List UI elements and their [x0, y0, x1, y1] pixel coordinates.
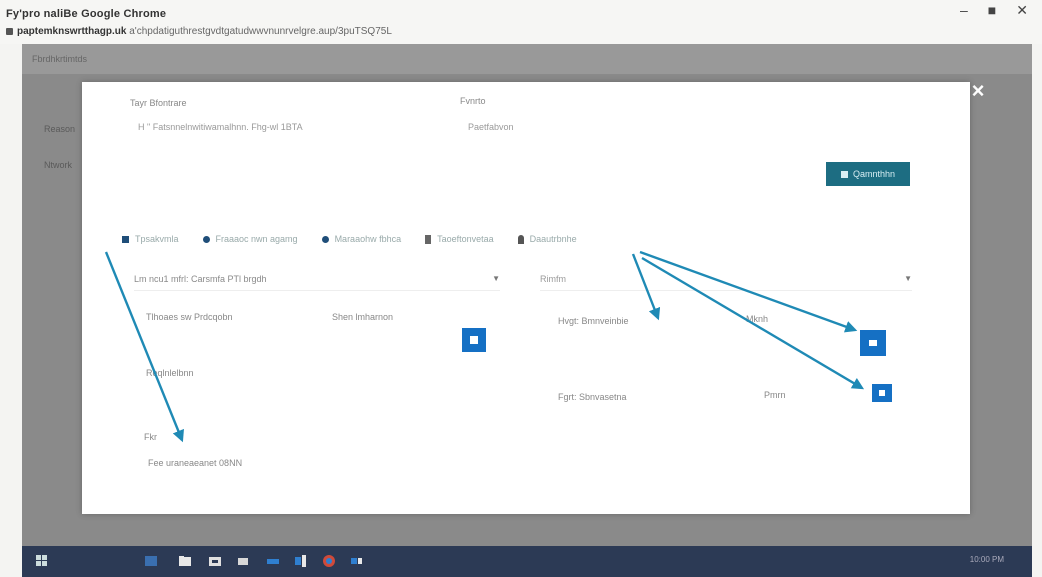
tab-label: Tpsakvmla: [135, 234, 179, 244]
select-left[interactable]: Lm ncu1 mfrl: Carsmfa PTl brgdh ▼: [134, 270, 500, 291]
chrome-icon[interactable]: [322, 554, 336, 568]
left-item-2: Reqlnlelbnn: [146, 368, 194, 378]
window-title: Fy'pro naliBe Google Chrome: [6, 8, 167, 20]
add-button[interactable]: [462, 328, 486, 352]
taskbar: 10:00 PM: [22, 546, 1032, 577]
file-explorer-icon[interactable]: [178, 554, 192, 568]
tab-label: Maraaohw fbhca: [334, 234, 402, 244]
windows-start-icon[interactable]: [36, 554, 48, 568]
person-button[interactable]: [860, 330, 886, 356]
left-row-label: Tlhoaes sw Prdcqobn: [146, 312, 233, 322]
url-path: a'chpdatiguthrestgvdtgatudwwvnunrvelgre.…: [129, 26, 392, 37]
left-row-value: Shen lmharnon: [332, 312, 394, 322]
address-bar[interactable]: paptemknswrtthagp.uk a'chpdatiguthrestgv…: [6, 26, 392, 37]
chevron-down-icon: ▼: [904, 274, 912, 283]
field-1-value: H " Fatsnnelnwitiwamalhnn. Fhg-wl 1BTA: [138, 122, 303, 132]
app-icon[interactable]: [266, 554, 280, 568]
background-side-item: Ntwork: [44, 160, 73, 170]
lock-icon: [6, 27, 13, 35]
select-left-value: Lm ncu1 mfrl: Carsmfa PTl brgdh: [134, 274, 267, 284]
tab-label: Fraaaoc nwn agamg: [215, 234, 298, 244]
tab-2[interactable]: Fraaaoc nwn agamg: [202, 234, 298, 244]
close-window-button[interactable]: ✕: [1016, 2, 1028, 19]
small-action-button[interactable]: [872, 384, 892, 402]
browser-titlebar: Fy'pro naliBe Google Chrome – ■ ✕ paptem…: [0, 0, 1042, 44]
tab-3[interactable]: Maraaohw fbhca: [321, 234, 402, 244]
app-icon[interactable]: [350, 554, 364, 568]
tab-label: Daautrbnhe: [529, 234, 577, 244]
field-1-label: Tayr Bfontrare: [130, 98, 187, 108]
app-icon[interactable]: [294, 554, 308, 568]
circle-icon: [202, 235, 210, 243]
select-right-value: Rimfm: [540, 274, 566, 284]
tab-label: Taoeftonvetaa: [437, 234, 494, 244]
modal-dialog: Tayr Bfontrare H " Fatsnnelnwitiwamalhnn…: [82, 82, 970, 514]
tab-4[interactable]: Taoeftonvetaa: [425, 234, 494, 244]
submit-button[interactable]: Qamnthhn: [826, 162, 910, 186]
background-header-title: Fbrdhkrtimtds: [32, 54, 88, 64]
left-bottom-value: Fee uraneaeanet 08NN: [148, 458, 243, 468]
maximize-button[interactable]: ■: [988, 2, 996, 19]
url-host: paptemknswrtthagp.uk: [17, 26, 127, 37]
tab-5[interactable]: Daautrbnhe: [517, 234, 577, 244]
square-icon: [470, 336, 478, 344]
background-header: Fbrdhkrtimtds: [22, 44, 1032, 74]
window-controls: – ■ ✕: [960, 2, 1028, 19]
minimize-button[interactable]: –: [960, 2, 968, 19]
field-2-label: Fvnrto: [460, 96, 486, 106]
task-view-icon[interactable]: [144, 554, 158, 568]
submit-button-label: Qamnthhn: [852, 169, 896, 179]
circle-icon: [321, 235, 329, 243]
right-row-1-label: Hvgt: Bmnveinbie: [558, 316, 629, 326]
background-side-item: Reason: [44, 124, 76, 134]
right-row-1-value: Mknh: [746, 314, 769, 324]
left-small-label: Fkr: [144, 432, 157, 442]
right-row-2-label: Fgrt: Sbnvasetna: [558, 392, 627, 402]
chevron-down-icon: ▼: [492, 274, 500, 283]
mail-icon[interactable]: [236, 554, 250, 568]
select-right[interactable]: Rimfm ▼: [540, 270, 912, 291]
tab-1[interactable]: Tpsakvmla: [122, 234, 179, 244]
store-icon[interactable]: [208, 554, 222, 568]
person-icon: [517, 234, 524, 244]
field-2-value: Paetfabvon: [468, 122, 514, 132]
square-icon: [122, 235, 129, 243]
taskbar-clock[interactable]: 10:00 PM: [970, 555, 1004, 564]
right-row-2-value: Pmrn: [764, 390, 786, 400]
square-icon: [879, 390, 885, 396]
info-icon: [425, 234, 432, 244]
edit-icon: [840, 170, 848, 178]
person-icon: [869, 340, 877, 346]
tab-bar: Tpsakvmla Fraaaoc nwn agamg Maraaohw fbh…: [122, 234, 601, 244]
